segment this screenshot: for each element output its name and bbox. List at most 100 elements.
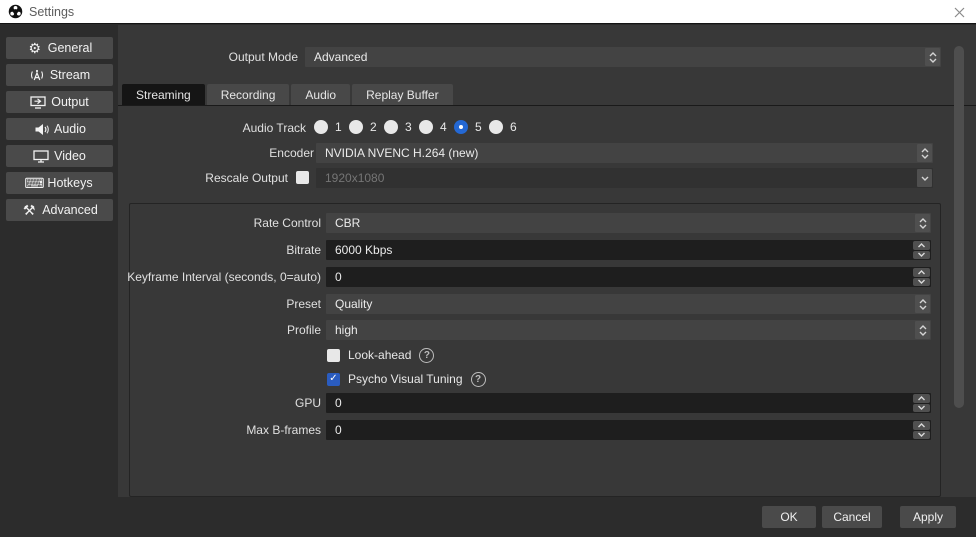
sidebar-item-audio[interactable]: Audio xyxy=(6,118,113,140)
max-bframes-spinbox[interactable]: 0 xyxy=(326,420,931,440)
spin-up-icon[interactable] xyxy=(913,421,930,430)
radio-icon[interactable] xyxy=(419,120,433,134)
look-ahead-label: Look-ahead xyxy=(348,348,411,362)
close-icon[interactable] xyxy=(950,4,968,20)
settings-pane: Output Mode Advanced Streaming Recording… xyxy=(118,25,976,497)
sidebar-item-hotkeys[interactable]: ⌨ Hotkeys xyxy=(6,172,113,194)
settings-window: Settings ⚙ General Stream xyxy=(0,0,976,537)
scrollbar-thumb[interactable] xyxy=(954,46,964,408)
sidebar: ⚙ General Stream Outp xyxy=(0,25,118,537)
audio-track-label: Audio Track xyxy=(243,121,306,135)
sidebar-item-output[interactable]: Output xyxy=(6,91,113,113)
encoder-row: Encoder NVIDIA NVENC H.264 (new) xyxy=(118,143,976,163)
output-mode-select[interactable]: Advanced xyxy=(305,47,941,67)
output-mode-row: Output Mode Advanced xyxy=(118,47,976,67)
speaker-icon xyxy=(33,122,49,137)
max-bframes-label: Max B-frames xyxy=(246,423,321,437)
spin-up-icon[interactable] xyxy=(913,241,930,250)
antenna-icon xyxy=(29,68,45,83)
obs-logo-icon xyxy=(8,4,23,19)
bitrate-label: Bitrate xyxy=(286,243,321,257)
sidebar-item-advanced[interactable]: ⚒ Advanced xyxy=(6,199,113,221)
bitrate-spinbox[interactable]: 6000 Kbps xyxy=(326,240,931,260)
profile-label: Profile xyxy=(287,323,321,337)
sidebar-item-video[interactable]: Video xyxy=(6,145,113,167)
audio-track-radio-1[interactable]: 1 xyxy=(314,120,342,134)
gpu-label: GPU xyxy=(295,396,321,410)
rescale-output-checkbox[interactable] xyxy=(296,171,309,184)
audio-track-radio-2[interactable]: 2 xyxy=(349,120,377,134)
look-ahead-row: Look-ahead xyxy=(327,347,434,363)
preset-label: Preset xyxy=(286,297,321,311)
audio-track-radio-4[interactable]: 4 xyxy=(419,120,447,134)
gpu-row: GPU 0 xyxy=(130,393,940,413)
spin-down-icon[interactable] xyxy=(913,404,930,413)
rescale-output-select[interactable]: 1920x1080 xyxy=(316,168,933,188)
audio-track-radio-5[interactable]: 5 xyxy=(454,120,482,134)
keyboard-icon: ⌨ xyxy=(26,176,42,191)
tabbar-underline xyxy=(118,105,976,106)
spin-down-icon[interactable] xyxy=(913,251,930,260)
rescale-output-row: Rescale Output 1920x1080 xyxy=(118,168,976,188)
tab-replay-buffer[interactable]: Replay Buffer xyxy=(352,84,453,105)
help-icon[interactable] xyxy=(419,348,434,363)
psycho-visual-tuning-row: Psycho Visual Tuning xyxy=(327,371,486,387)
encoder-select[interactable]: NVIDIA NVENC H.264 (new) xyxy=(316,143,933,163)
monitor-icon xyxy=(33,149,49,164)
tools-icon: ⚒ xyxy=(21,203,37,218)
max-bframes-row: Max B-frames 0 xyxy=(130,420,940,440)
sidebar-item-general[interactable]: ⚙ General xyxy=(6,37,113,59)
apply-button[interactable]: Apply xyxy=(900,506,956,528)
combo-arrows-icon[interactable] xyxy=(915,295,930,313)
preset-select[interactable]: Quality xyxy=(326,294,931,314)
encoder-settings-group: Rate Control CBR Bitrate 6000 Kbps xyxy=(129,203,941,497)
combo-arrows-icon[interactable] xyxy=(917,144,932,162)
combo-arrows-icon[interactable] xyxy=(915,214,930,232)
psycho-visual-tuning-checkbox[interactable] xyxy=(327,373,340,386)
sidebar-item-stream[interactable]: Stream xyxy=(6,64,113,86)
output-tabbar: Streaming Recording Audio Replay Buffer xyxy=(122,84,453,105)
radio-icon[interactable] xyxy=(384,120,398,134)
keyframe-interval-label: Keyframe Interval (seconds, 0=auto) xyxy=(127,270,321,284)
spin-up-icon[interactable] xyxy=(913,268,930,277)
cancel-button[interactable]: Cancel xyxy=(822,506,882,528)
combo-arrows-icon[interactable] xyxy=(915,321,930,339)
encoder-label: Encoder xyxy=(269,146,314,160)
display-output-icon xyxy=(30,95,46,110)
psycho-visual-tuning-label: Psycho Visual Tuning xyxy=(348,372,463,386)
preset-row: Preset Quality xyxy=(130,294,940,314)
look-ahead-checkbox[interactable] xyxy=(327,349,340,362)
bitrate-row: Bitrate 6000 Kbps xyxy=(130,240,940,260)
profile-select[interactable]: high xyxy=(326,320,931,340)
tab-streaming[interactable]: Streaming xyxy=(122,84,205,105)
rescale-output-label: Rescale Output xyxy=(205,171,288,185)
titlebar: Settings xyxy=(0,0,976,24)
profile-row: Profile high xyxy=(130,320,940,340)
rate-control-row: Rate Control CBR xyxy=(130,213,940,233)
spin-down-icon[interactable] xyxy=(913,431,930,440)
keyframe-interval-spinbox[interactable]: 0 xyxy=(326,267,931,287)
help-icon[interactable] xyxy=(471,372,486,387)
radio-icon[interactable] xyxy=(314,120,328,134)
combo-arrows-icon[interactable] xyxy=(925,48,940,66)
tab-audio[interactable]: Audio xyxy=(291,84,350,105)
rate-control-label: Rate Control xyxy=(254,216,321,230)
gear-icon: ⚙ xyxy=(27,41,43,56)
gpu-spinbox[interactable]: 0 xyxy=(326,393,931,413)
window-title: Settings xyxy=(29,5,74,19)
audio-track-row: Audio Track 1 2 3 4 5 xyxy=(118,118,976,138)
audio-track-radio-3[interactable]: 3 xyxy=(384,120,412,134)
audio-track-radio-6[interactable]: 6 xyxy=(489,120,517,134)
radio-icon[interactable] xyxy=(454,120,468,134)
rate-control-select[interactable]: CBR xyxy=(326,213,931,233)
radio-icon[interactable] xyxy=(349,120,363,134)
output-mode-label: Output Mode xyxy=(229,50,298,64)
keyframe-interval-row: Keyframe Interval (seconds, 0=auto) 0 xyxy=(130,267,940,287)
tab-recording[interactable]: Recording xyxy=(207,84,290,105)
combo-arrow-down-icon[interactable] xyxy=(917,169,932,187)
spin-down-icon[interactable] xyxy=(913,278,930,287)
ok-button[interactable]: OK xyxy=(762,506,816,528)
spin-up-icon[interactable] xyxy=(913,394,930,403)
settings-scrollbar[interactable] xyxy=(953,25,965,497)
radio-icon[interactable] xyxy=(489,120,503,134)
